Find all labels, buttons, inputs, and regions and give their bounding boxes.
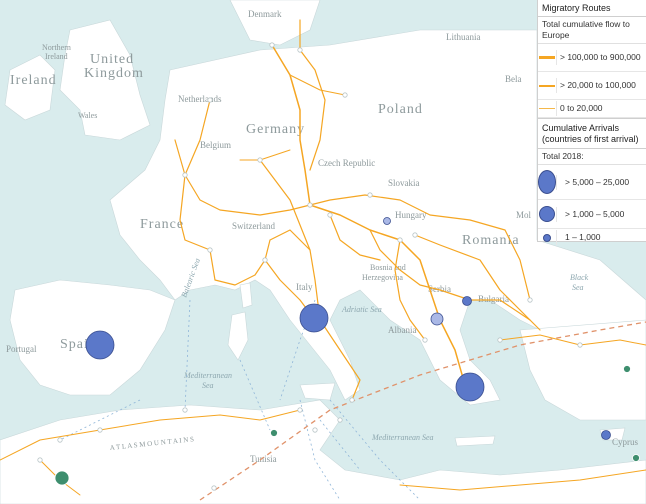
label-united-kingdom-2: Kingdom [84, 66, 144, 81]
label-mediterranean-1: Mediterranean [183, 371, 232, 380]
legend-arrival-class-1: > 5,000 – 25,000 [538, 165, 646, 200]
label-mediterranean-3: Mediterranean Sea [371, 433, 434, 442]
label-switzerland: Switzerland [232, 221, 275, 231]
departure-turkey[interactable] [623, 365, 631, 373]
label-black-sea-2: Sea [572, 283, 584, 292]
label-wales: Wales [78, 111, 97, 120]
legend-route-label-2: > 20,000 to 100,000 [556, 78, 646, 93]
label-united-kingdom-1: United [90, 52, 134, 67]
label-northern-ireland-2: Ireland [45, 52, 68, 61]
label-denmark: Denmark [248, 9, 282, 19]
legend-route-class-2: > 20,000 to 100,000 [538, 72, 646, 100]
arrival-macedonia[interactable] [430, 312, 444, 326]
arrival-spain[interactable] [85, 330, 115, 360]
arrival-bulgaria[interactable] [462, 296, 472, 306]
departure-morocco[interactable] [54, 470, 70, 486]
label-poland: Poland [378, 102, 423, 117]
route-swatch-thick [538, 56, 556, 59]
label-belgium: Belgium [200, 140, 231, 150]
label-netherlands: Netherlands [178, 94, 222, 104]
legend-route-class-3: 0 to 20,000 [538, 100, 646, 118]
label-slovakia: Slovakia [388, 178, 420, 188]
departure-algeria[interactable] [270, 429, 278, 437]
arrival-hungary[interactable] [383, 217, 391, 225]
arrival-italy[interactable] [299, 303, 329, 333]
label-ireland: Ireland [10, 73, 57, 88]
route-swatch-thin [538, 108, 556, 109]
label-black-sea-1: Black [570, 273, 589, 282]
departure-lebanon[interactable] [632, 454, 640, 462]
label-belarus: Bela [505, 74, 522, 84]
legend-arrival-label-2: > 1,000 – 5,000 [556, 206, 646, 222]
label-lithuania: Lithuania [446, 32, 481, 42]
label-mediterranean-2: Sea [202, 381, 214, 390]
legend-arrival-class-3: 1 – 1,000 [538, 229, 646, 246]
legend-routes-title: Migratory Routes [538, 0, 646, 17]
legend-arrival-label-3: 1 – 1,000 [556, 230, 646, 245]
legend-route-label-3: 0 to 20,000 [556, 101, 646, 116]
label-italy: Italy [296, 282, 313, 292]
arrival-swatch-large [538, 170, 556, 194]
legend-route-class-1: > 100,000 to 900,000 [538, 44, 646, 72]
label-tunisia: Tunisia [250, 454, 277, 464]
arrival-greece[interactable] [455, 372, 485, 402]
label-albania: Albania [388, 325, 417, 335]
map-legend: Migratory Routes Total cumulative flow t… [537, 0, 646, 245]
arrival-swatch-medium [538, 206, 556, 222]
label-moldova: Mol [516, 210, 532, 220]
legend-arrivals-title: Cumulative Arrivals (countries of first … [538, 118, 646, 149]
label-adriatic-sea: Adriatic Sea [341, 305, 382, 314]
label-cyprus: Cyprus [612, 437, 639, 447]
label-northern-ireland-1: Northern [42, 43, 71, 52]
legend-arrivals-subtitle: Total 2018: [538, 149, 646, 165]
legend-arrival-label-1: > 5,000 – 25,000 [556, 174, 646, 190]
label-france: France [140, 217, 184, 232]
label-portugal: Portugal [6, 344, 37, 354]
legend-arrival-class-2: > 1,000 – 5,000 [538, 200, 646, 229]
legend-routes-subtitle: Total cumulative flow to Europe [538, 17, 646, 44]
label-czech-republic: Czech Republic [318, 158, 375, 168]
arrival-cyprus[interactable] [601, 430, 611, 440]
label-germany: Germany [246, 122, 305, 137]
route-swatch-medium [538, 84, 556, 87]
legend-route-label-1: > 100,000 to 900,000 [556, 50, 646, 65]
arrival-swatch-small [538, 233, 556, 242]
